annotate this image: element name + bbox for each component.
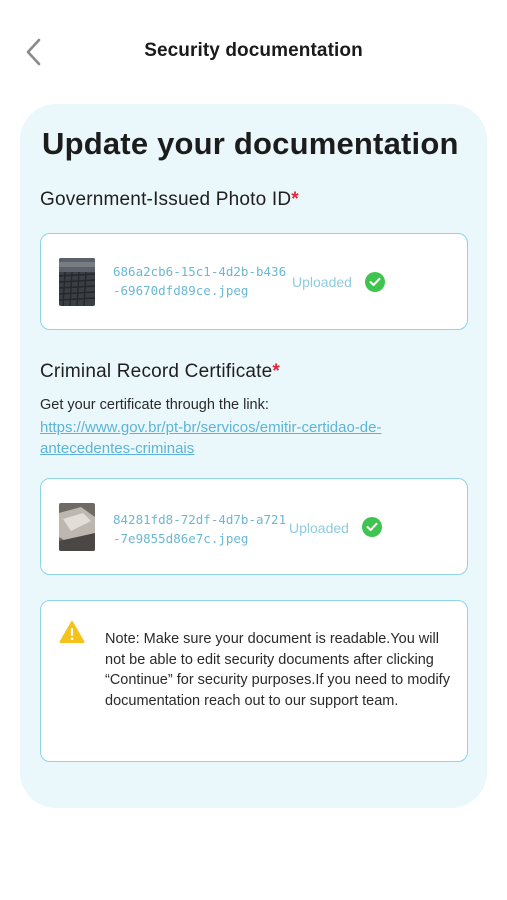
header-bar: Security documentation [0, 0, 507, 104]
page-title: Security documentation [144, 40, 363, 61]
certificate-link[interactable]: https://www.gov.br/pt-br/servicos/emitir… [40, 417, 460, 459]
required-mark: * [272, 361, 281, 382]
photo-id-label: Government-Issued Photo ID* [40, 189, 299, 211]
photo-id-thumbnail [59, 258, 95, 306]
certificate-instructions: Get your certificate through the link: [40, 397, 269, 413]
check-circle-icon [365, 272, 385, 292]
photo-id-status: Uploaded [292, 274, 352, 290]
criminal-record-upload-box[interactable]: 84281fd8-72df-4d7b-a721-7e9855d86e7c.jpe… [40, 478, 468, 575]
required-mark: * [291, 189, 299, 210]
warning-icon [59, 620, 85, 644]
criminal-record-file-name: 84281fd8-72df-4d7b-a721-7e9855d86e7c.jpe… [113, 512, 287, 546]
criminal-record-status: Uploaded [289, 520, 349, 536]
criminal-record-label-text: Criminal Record Certificate [40, 361, 273, 382]
criminal-record-label: Criminal Record Certificate* [40, 361, 280, 383]
photo-id-file-name: 686a2cb6-15c1-4d2b-b436-69670dfd89ce.jpe… [113, 264, 287, 298]
check-circle-icon [362, 517, 382, 537]
note-text: Note: Make sure your document is readabl… [105, 631, 450, 709]
section-title: Update your documentation [42, 126, 459, 161]
photo-id-label-text: Government-Issued Photo ID [40, 189, 292, 210]
note-box: Note: Make sure your document is readabl… [40, 600, 468, 762]
criminal-record-thumbnail [59, 503, 95, 551]
photo-id-upload-box[interactable]: 686a2cb6-15c1-4d2b-b436-69670dfd89ce.jpe… [40, 233, 468, 330]
